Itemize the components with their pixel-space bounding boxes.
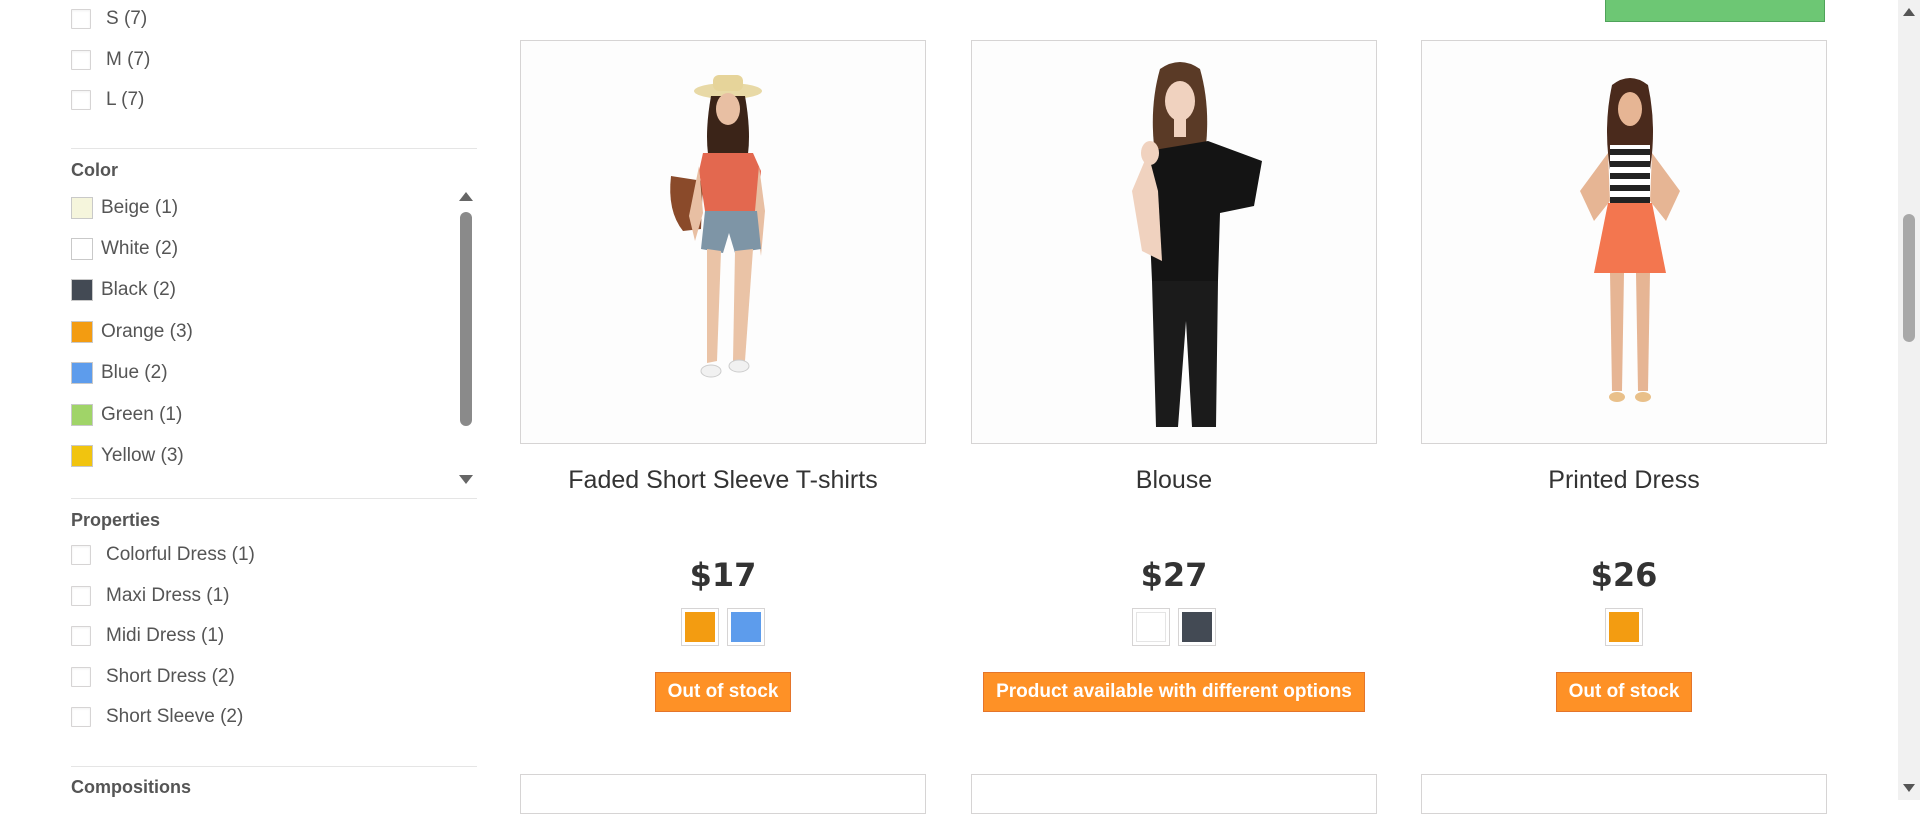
section-divider	[71, 766, 477, 767]
product-color-options	[520, 608, 926, 646]
product-color-swatch-blue[interactable]	[727, 608, 765, 646]
filter-label: Short Dress (2)	[106, 666, 235, 687]
product-card-next-row[interactable]	[1421, 774, 1827, 814]
product-color-options	[1421, 608, 1827, 646]
availability-badge: Out of stock	[1555, 672, 1693, 712]
filter-label: White (2)	[101, 238, 179, 259]
product-color-swatch-orange[interactable]	[681, 608, 719, 646]
section-divider	[71, 148, 477, 149]
filter-size-s[interactable]: S (7)	[71, 8, 147, 30]
scroll-up-arrow-icon[interactable]	[459, 192, 473, 201]
checkbox[interactable]	[71, 626, 91, 646]
filter-label: Black (2)	[101, 279, 176, 300]
filter-size-m[interactable]: M (7)	[71, 49, 150, 71]
compare-button[interactable]	[1605, 0, 1825, 22]
product-image[interactable]	[1421, 40, 1827, 444]
filter-label: S (7)	[106, 8, 148, 29]
availability-badge: Product available with different options	[983, 672, 1365, 712]
color-list-scrollbar[interactable]	[455, 192, 477, 484]
filter-property-colorful-dress[interactable]: Colorful Dress (1)	[71, 544, 255, 566]
color-swatch[interactable]	[71, 404, 93, 426]
product-photo-model-tshirt	[521, 41, 925, 443]
filter-label: Midi Dress (1)	[106, 625, 225, 646]
product-card[interactable]: Faded Short Sleeve T-shirts $17 Out of s…	[520, 40, 926, 712]
scrollbar-thumb[interactable]	[1903, 214, 1915, 342]
checkbox[interactable]	[71, 90, 91, 110]
filter-label: Yellow (3)	[101, 445, 184, 466]
product-name-link[interactable]: Faded Short Sleeve T-shirts	[520, 466, 926, 498]
availability-badge: Out of stock	[654, 672, 792, 712]
product-name-link[interactable]: Printed Dress	[1421, 466, 1827, 498]
filter-color-blue[interactable]: Blue (2)	[71, 362, 168, 384]
checkbox[interactable]	[71, 545, 91, 565]
filter-label: Green (1)	[101, 404, 183, 425]
product-color-swatch-black[interactable]	[1178, 608, 1216, 646]
color-swatch[interactable]	[71, 197, 93, 219]
product-card-next-row[interactable]	[520, 774, 926, 814]
checkbox[interactable]	[71, 50, 91, 70]
product-card-next-row[interactable]	[971, 774, 1377, 814]
scroll-down-arrow-icon[interactable]	[1903, 784, 1915, 792]
filter-size-l[interactable]: L (7)	[71, 89, 144, 111]
filter-color-white[interactable]: White (2)	[71, 238, 178, 260]
filter-property-short-dress[interactable]: Short Dress (2)	[71, 666, 235, 688]
color-swatch[interactable]	[71, 445, 93, 467]
section-divider	[71, 498, 477, 499]
checkbox[interactable]	[71, 707, 91, 727]
filter-sidebar: S (7) M (7) L (7) Color Beige (1) White …	[71, 0, 477, 800]
product-name-link[interactable]: Blouse	[971, 466, 1377, 498]
filter-color-green[interactable]: Green (1)	[71, 404, 182, 426]
product-color-swatch-orange[interactable]	[1605, 608, 1643, 646]
product-price: $26	[1590, 556, 1658, 594]
properties-section-title: Properties	[71, 510, 161, 530]
filter-label: Short Sleeve (2)	[106, 706, 244, 727]
product-grid: Faded Short Sleeve T-shirts $17 Out of s…	[520, 0, 1840, 814]
filter-color-orange[interactable]: Orange (3)	[71, 321, 193, 343]
color-swatch[interactable]	[71, 238, 93, 260]
page-scrollbar[interactable]	[1898, 0, 1920, 800]
product-price: $17	[689, 556, 757, 594]
color-swatch[interactable]	[71, 362, 93, 384]
filter-property-maxi-dress[interactable]: Maxi Dress (1)	[71, 585, 230, 607]
filter-label: Colorful Dress (1)	[106, 544, 255, 565]
product-photo-model-dress	[1422, 41, 1826, 443]
product-image[interactable]	[971, 40, 1377, 444]
scroll-down-arrow-icon[interactable]	[459, 475, 473, 484]
compositions-section-title: Compositions	[71, 777, 191, 797]
filter-label: L (7)	[106, 89, 145, 110]
color-swatch[interactable]	[71, 321, 93, 343]
product-color-options	[971, 608, 1377, 646]
color-filter-list: Beige (1) White (2) Black (2) Orange (3)…	[71, 192, 477, 484]
filter-color-yellow[interactable]: Yellow (3)	[71, 445, 184, 467]
checkbox[interactable]	[71, 667, 91, 687]
filter-label: M (7)	[106, 49, 151, 70]
filter-property-midi-dress[interactable]: Midi Dress (1)	[71, 625, 224, 647]
product-color-swatch-white[interactable]	[1132, 608, 1170, 646]
product-photo-model-blouse	[972, 41, 1376, 443]
product-price: $27	[1140, 556, 1208, 594]
color-swatch[interactable]	[71, 279, 93, 301]
filter-label: Beige (1)	[101, 197, 179, 218]
filter-property-short-sleeve[interactable]: Short Sleeve (2)	[71, 706, 243, 728]
scrollbar-thumb[interactable]	[460, 212, 472, 426]
product-image[interactable]	[520, 40, 926, 444]
filter-label: Maxi Dress (1)	[106, 585, 230, 606]
color-section-title: Color	[71, 160, 118, 180]
filter-label: Orange (3)	[101, 321, 193, 342]
filter-label: Blue (2)	[101, 362, 168, 383]
filter-color-black[interactable]: Black (2)	[71, 279, 176, 301]
filter-color-beige[interactable]: Beige (1)	[71, 197, 178, 219]
scroll-up-arrow-icon[interactable]	[1903, 8, 1915, 16]
checkbox[interactable]	[71, 9, 91, 29]
checkbox[interactable]	[71, 586, 91, 606]
product-card[interactable]: Printed Dress $26 Out of stock	[1421, 40, 1827, 712]
product-card[interactable]: Blouse $27 Product available with differ…	[971, 40, 1377, 712]
